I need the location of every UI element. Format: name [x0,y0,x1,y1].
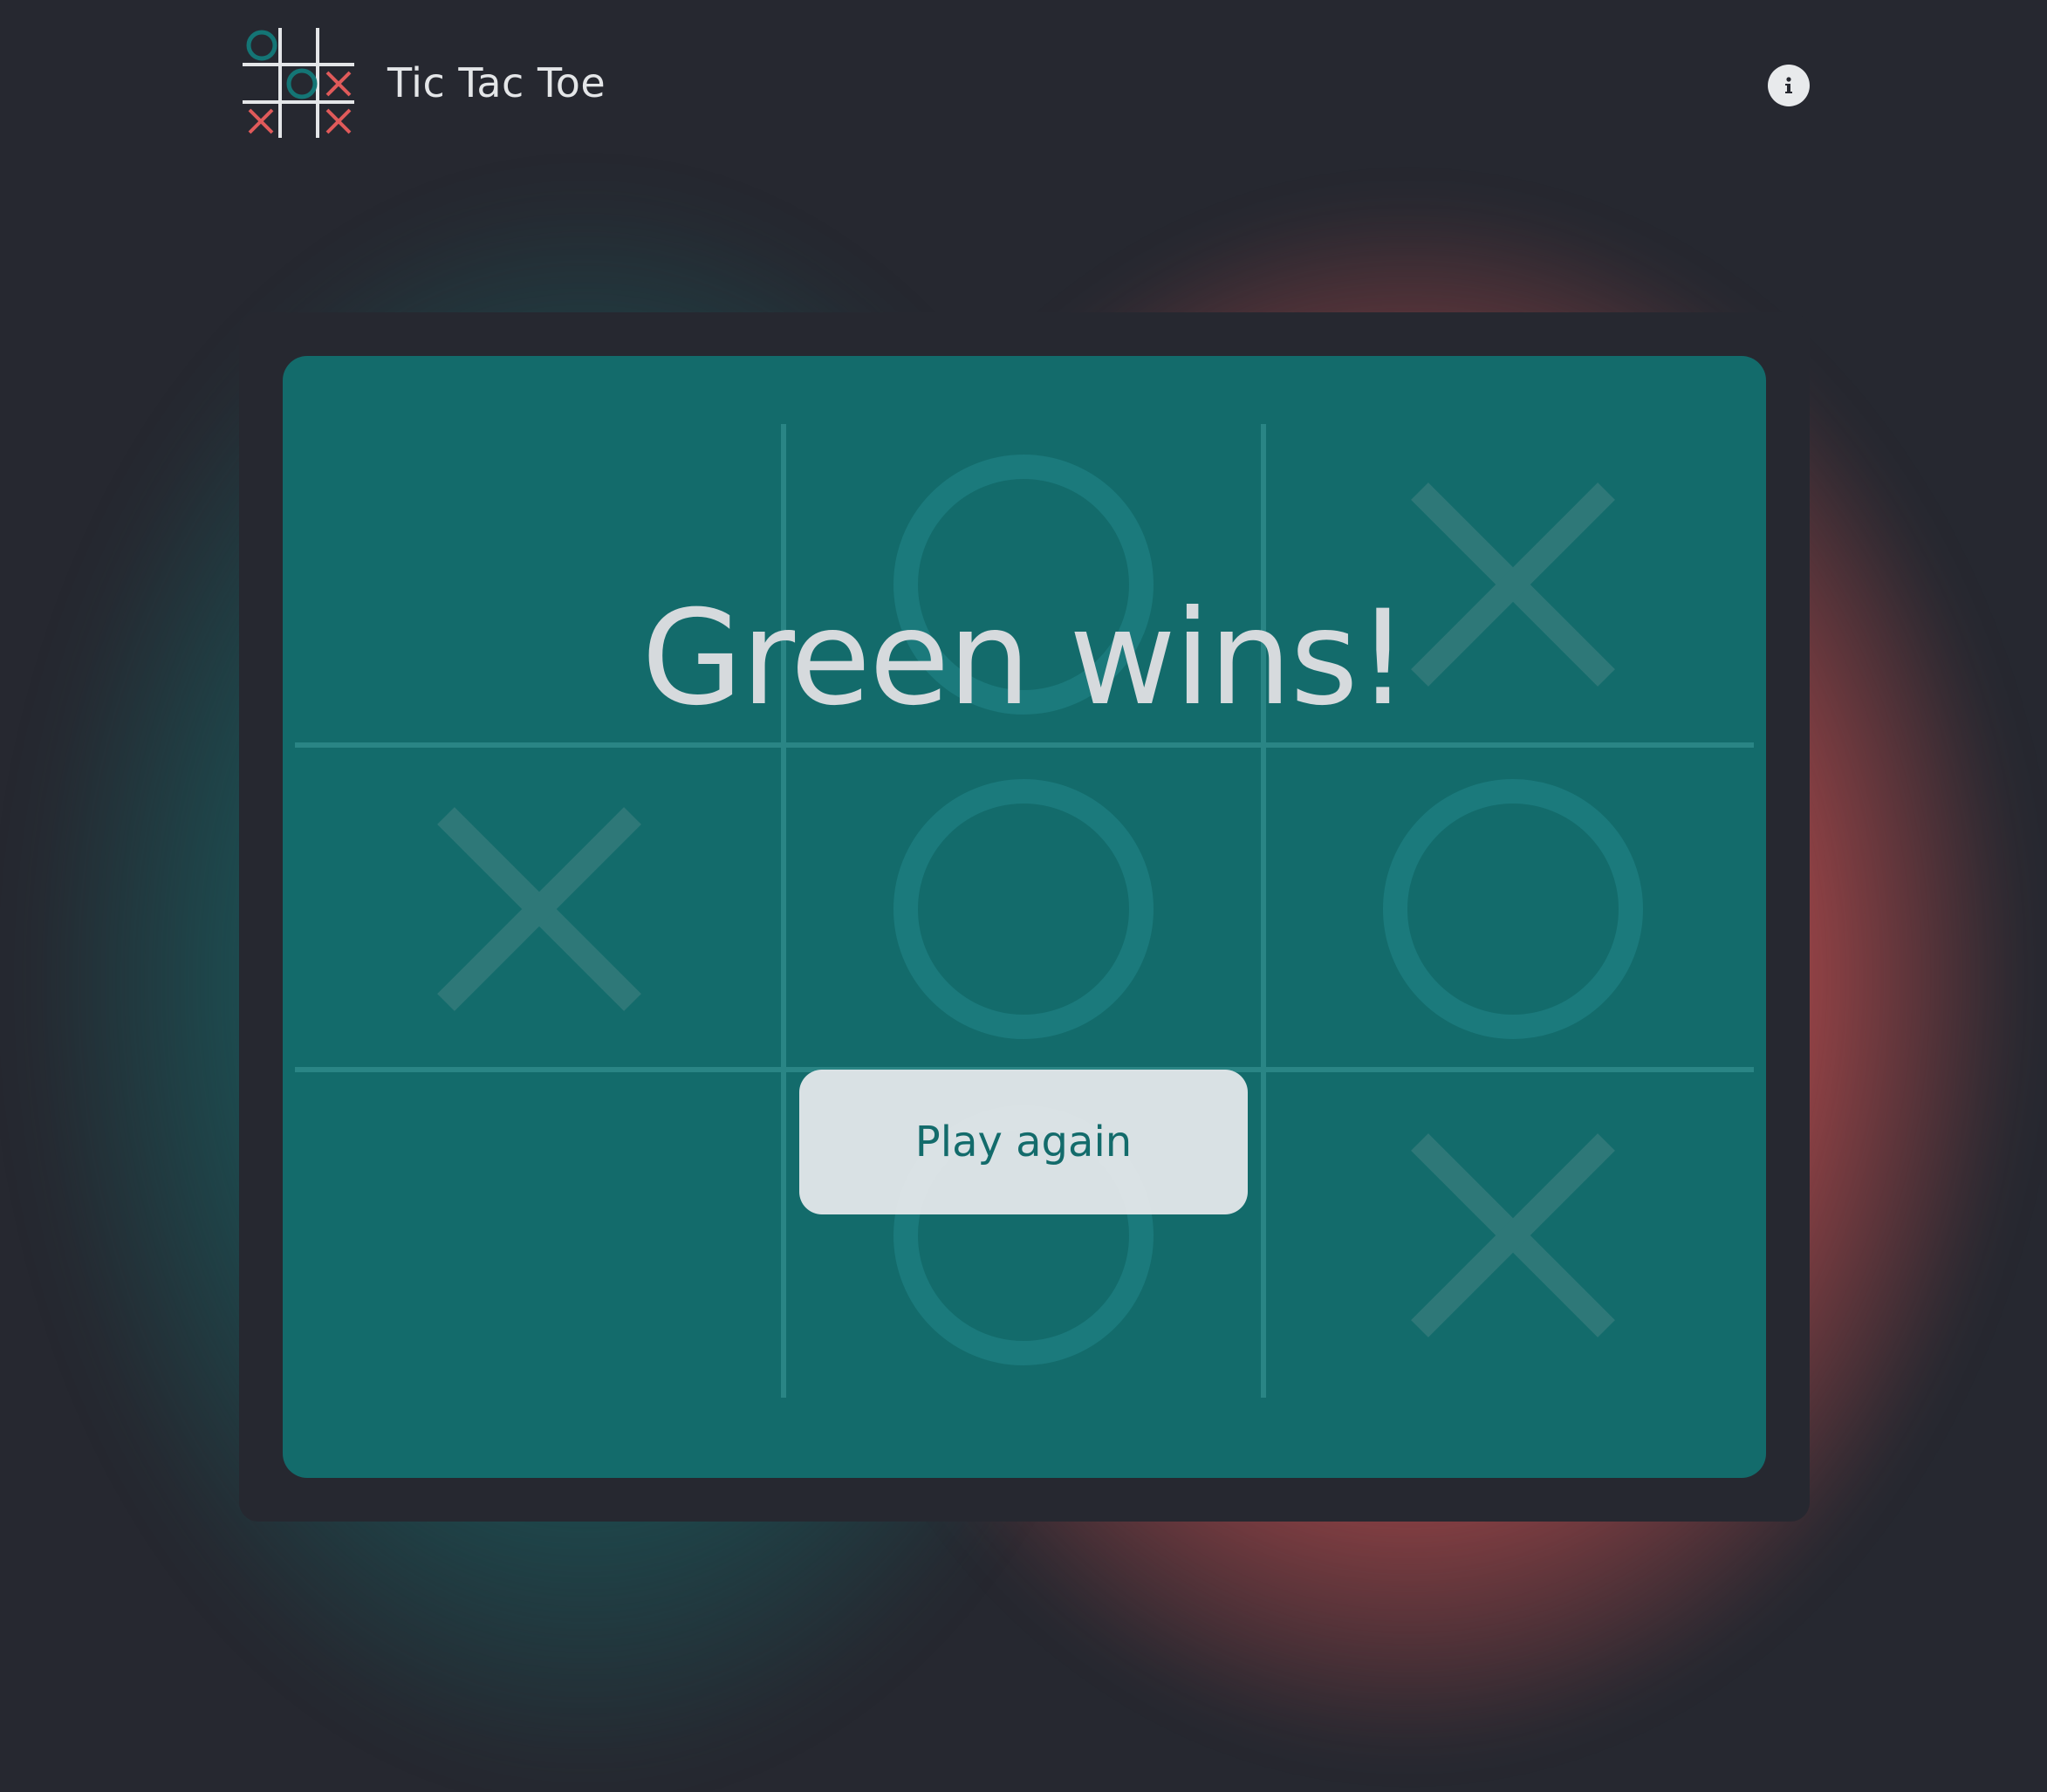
game-board-frame: Green wins! Play again [239,312,1810,1522]
x-mark-icon [1411,1133,1615,1337]
header: Tic Tac Toe [241,24,1811,147]
o-mark-icon [1383,779,1643,1039]
board-cell[interactable] [295,1072,781,1398]
info-button[interactable] [1768,65,1810,106]
board-cell[interactable] [1266,748,1754,1067]
play-again-button[interactable]: Play again [799,1070,1248,1214]
x-mark-icon [437,807,641,1011]
info-icon [1785,77,1792,93]
game-board: Green wins! Play again [283,356,1766,1478]
app-title: Tic Tac Toe [387,59,606,106]
board-cell[interactable] [1266,1072,1754,1398]
board-cell[interactable] [295,748,781,1067]
tic-tac-toe-logo-icon [243,28,354,138]
o-mark-icon [893,779,1154,1039]
result-title: Green wins! [641,583,1409,735]
board-cell[interactable] [786,748,1261,1067]
